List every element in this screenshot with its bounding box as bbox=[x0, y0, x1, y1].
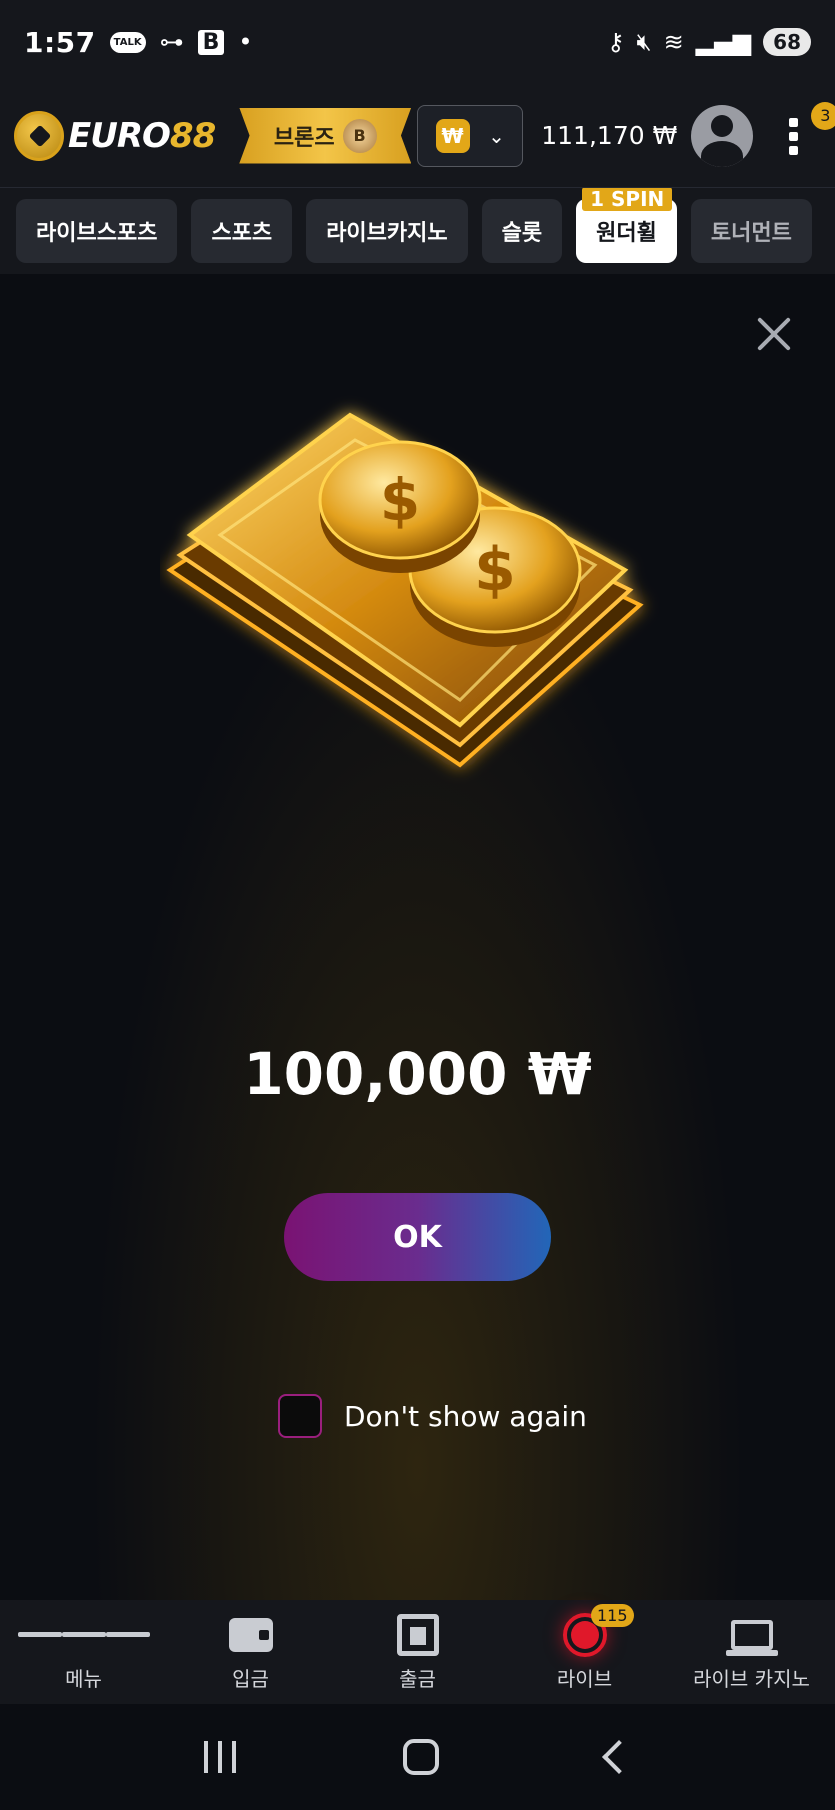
logo-number: 88 bbox=[169, 115, 216, 156]
live-count-badge: 115 bbox=[591, 1604, 634, 1627]
spin-badge: 1 SPIN bbox=[582, 188, 673, 211]
nav-label: 출금 bbox=[399, 1666, 436, 1691]
signal-icon: ▂▄▆ bbox=[695, 28, 752, 56]
incognito-icon: ⊶ bbox=[159, 28, 184, 56]
chevron-down-icon: ⌄ bbox=[488, 123, 505, 148]
system-nav-bar bbox=[0, 1704, 835, 1810]
tab-live-casino[interactable]: 라이브카지노 bbox=[306, 199, 468, 263]
nav-menu[interactable]: 메뉴 bbox=[0, 1600, 167, 1704]
rank-badge-icon: B bbox=[342, 118, 377, 153]
nav-live-casino[interactable]: 라이브 카지노 bbox=[668, 1600, 835, 1704]
hamburger-menu-icon bbox=[17, 1613, 150, 1657]
home-icon[interactable] bbox=[403, 1739, 440, 1775]
rank-label: 브론즈 bbox=[273, 125, 335, 151]
tab-live-sports[interactable]: 라이브스포츠 bbox=[16, 199, 178, 263]
recent-apps-icon[interactable] bbox=[203, 1741, 236, 1773]
ok-button[interactable]: OK bbox=[284, 1193, 551, 1281]
status-bar: 1:57 TALK ⊶ B • ⚷ 🔇︎ ≋ ▂▄▆ 68 bbox=[0, 0, 835, 84]
more-menu-button[interactable]: 3 bbox=[783, 101, 835, 156]
nav-deposit[interactable]: 입금 bbox=[167, 1600, 334, 1704]
tab-wonder-wheel-label: 원더휠 bbox=[596, 221, 657, 246]
wallet-icon bbox=[228, 1617, 273, 1652]
nav-label: 라이브 카지노 bbox=[693, 1666, 810, 1691]
wifi-icon: ≋ bbox=[663, 28, 684, 56]
tab-sports[interactable]: 스포츠 bbox=[191, 199, 293, 263]
soccer-ball-icon bbox=[14, 110, 64, 161]
dont-show-again-label: Don't show again bbox=[344, 1399, 587, 1433]
nav-label: 라이브 bbox=[556, 1666, 613, 1691]
currency-selector[interactable]: ₩ ⌄ bbox=[417, 104, 524, 167]
nav-label: 메뉴 bbox=[65, 1666, 102, 1691]
rank-banner[interactable]: 브론즈 B bbox=[239, 107, 412, 164]
nav-live[interactable]: 115 라이브 bbox=[501, 1600, 668, 1704]
close-icon[interactable] bbox=[752, 312, 796, 356]
tab-slots[interactable]: 슬롯 bbox=[481, 199, 563, 263]
b-app-icon: B bbox=[197, 29, 225, 55]
bottom-nav: 메뉴 입금 출금 115 라이브 라이브 카지노 bbox=[0, 1600, 835, 1704]
bonus-amount: 100,000 ₩ bbox=[243, 1040, 592, 1108]
money-stack-icon: $ $ bbox=[166, 412, 644, 768]
logo-word: EURO bbox=[68, 115, 171, 156]
mute-icon: 🔇︎ bbox=[636, 28, 652, 56]
won-currency-icon: ₩ bbox=[435, 118, 470, 153]
coin-icon: $ bbox=[318, 440, 482, 573]
dont-show-again-checkbox[interactable] bbox=[278, 1394, 322, 1438]
laptop-dealer-icon bbox=[725, 1619, 778, 1656]
key-icon: ⚷ bbox=[606, 28, 625, 56]
more-dot bbox=[789, 131, 799, 141]
category-tabs: 라이브스포츠 스포츠 라이브카지노 슬롯 1 SPIN 원더휠 토너먼트 bbox=[0, 188, 835, 274]
kakaotalk-icon: TALK bbox=[109, 31, 146, 53]
balance-amount: 111,170 ₩ bbox=[541, 121, 678, 150]
dont-show-again-option[interactable]: Don't show again bbox=[278, 1394, 587, 1438]
notification-badge: 3 bbox=[811, 101, 835, 130]
svg-text:$: $ bbox=[474, 535, 516, 605]
euro88-logo[interactable]: EURO88 bbox=[14, 110, 216, 161]
dot-icon: • bbox=[238, 28, 253, 56]
app-header: EURO88 브론즈 B ₩ ⌄ 111,170 ₩ 3 bbox=[0, 84, 835, 188]
atm-withdraw-icon bbox=[396, 1613, 439, 1656]
back-icon[interactable] bbox=[602, 1740, 637, 1774]
user-avatar-icon[interactable] bbox=[691, 104, 754, 167]
more-dot bbox=[789, 117, 799, 127]
more-dot bbox=[789, 145, 799, 155]
svg-text:$: $ bbox=[380, 466, 420, 534]
tab-tournament[interactable]: 토너먼트 bbox=[690, 199, 812, 263]
nav-withdraw[interactable]: 출금 bbox=[334, 1600, 501, 1704]
nav-label: 입금 bbox=[232, 1666, 269, 1691]
tab-wonder-wheel[interactable]: 1 SPIN 원더휠 bbox=[576, 188, 677, 263]
status-time: 1:57 bbox=[24, 25, 96, 59]
battery-indicator: 68 bbox=[763, 28, 811, 56]
